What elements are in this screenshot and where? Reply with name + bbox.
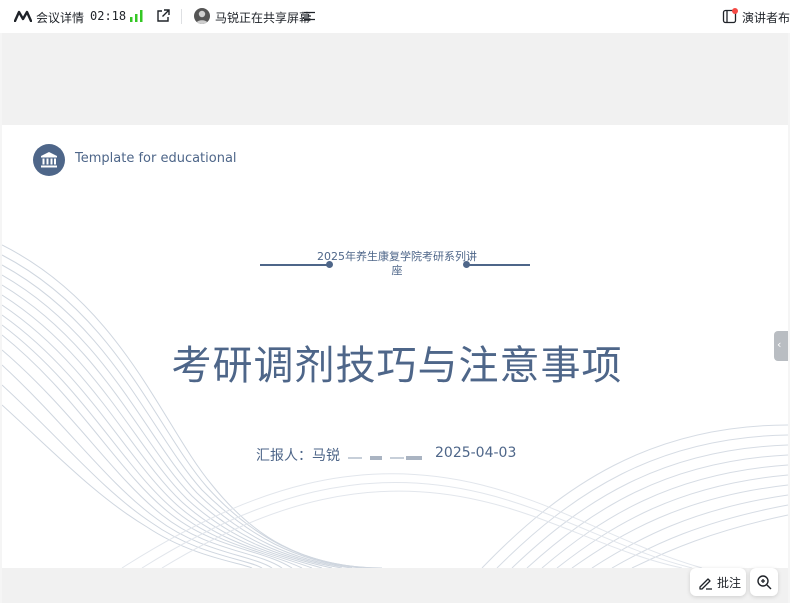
slide-main-title: 考研调剂技巧与注意事项	[171, 343, 623, 389]
share-area-bottom-margin	[2, 568, 788, 603]
share-area-top-margin	[2, 33, 788, 125]
zoom-in-button[interactable]	[750, 568, 778, 596]
institution-badge	[33, 144, 65, 176]
series-title: 2025年养生康复学院考研系列讲座	[317, 250, 477, 277]
signal-icon[interactable]	[130, 10, 143, 22]
template-label: Template for educational	[75, 151, 237, 166]
redacted-text	[348, 456, 422, 460]
zoom-in-icon	[757, 575, 772, 590]
chevron-left-icon: ‹	[777, 338, 782, 351]
pen-icon	[699, 578, 712, 590]
top-bar: 会议详情 02:18 马锐正在共享屏幕 演讲者布局	[0, 0, 790, 33]
menu-icon[interactable]	[304, 11, 315, 21]
report-date: 2025-04-03	[435, 445, 517, 461]
bank-icon	[41, 152, 57, 168]
annotate-button[interactable]: 批注	[690, 568, 746, 596]
meeting-details-button[interactable]: 会议详情	[36, 9, 84, 26]
meeting-logo-icon	[14, 10, 32, 22]
annotate-label: 批注	[717, 576, 742, 590]
shared-slide: Template for educational 2025年养生康复学院考研系列…	[2, 125, 788, 568]
sharing-status: 马锐正在共享屏幕	[215, 11, 312, 25]
share-out-icon[interactable]	[156, 9, 170, 23]
avatar	[194, 8, 210, 24]
presenter-layout-icon[interactable]	[722, 8, 738, 24]
presenter-layout-button[interactable]: 演讲者布局	[742, 9, 790, 26]
reporter-label: 汇报人：马锐	[256, 448, 340, 464]
topbar-divider	[181, 9, 182, 24]
meeting-timer: 02:18	[90, 9, 127, 23]
side-panel-toggle[interactable]: ‹	[774, 331, 788, 361]
